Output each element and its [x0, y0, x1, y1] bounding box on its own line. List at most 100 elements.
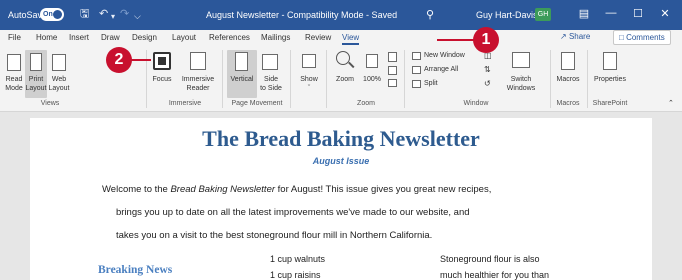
comments-button[interactable]: □ Comments	[613, 30, 671, 45]
focus-icon-inner	[158, 57, 166, 65]
intro-line-1: Welcome to the Bread Baking Newsletter f…	[102, 184, 491, 195]
page-movement-group-label: Page Movement	[231, 100, 283, 107]
print-layout-label-1: Print	[28, 76, 44, 83]
breaking-news-heading: Breaking News	[98, 264, 173, 276]
user-name[interactable]: Guy Hart-Davis	[476, 10, 538, 20]
callout-badge: 2	[106, 47, 132, 73]
side-to-side-label-1: Side	[263, 76, 278, 83]
chevron-down-icon: ˇ	[307, 85, 311, 92]
window-group-label: Window	[463, 100, 489, 107]
minimize-icon[interactable]: —	[601, 7, 621, 19]
callout-badge: 1	[473, 27, 499, 53]
view-side-by-side-icon[interactable]: ◫	[484, 52, 492, 60]
separator	[404, 50, 405, 108]
properties-label: Properties	[594, 76, 626, 83]
web-layout-label-2: Layout	[48, 85, 70, 92]
vertical-icon	[235, 52, 248, 71]
intro-text: Welcome to the	[102, 184, 171, 195]
multiple-pages-icon[interactable]	[388, 66, 397, 75]
new-window-label: New Window	[424, 52, 465, 59]
ribbon-tabs: File Home Insert Draw Design Layout Refe…	[0, 30, 682, 46]
page-width-icon[interactable]	[388, 79, 397, 87]
side-to-side-label-2: to Side	[260, 85, 282, 92]
arrange-all-label: Arrange All	[424, 66, 459, 73]
ingredient-item: 1 cup walnuts	[270, 254, 326, 264]
one-page-icon[interactable]	[388, 52, 397, 62]
split-icon	[412, 80, 421, 88]
tab-draw[interactable]: Draw	[101, 33, 120, 42]
print-layout-label-2: Layout	[25, 85, 47, 92]
immersive-reader-label-1: Immersive	[181, 76, 215, 83]
tab-view[interactable]: View	[342, 33, 360, 45]
zoom-100-icon	[366, 54, 378, 68]
collapse-ribbon-icon[interactable]: ⌃	[668, 100, 674, 108]
read-mode-label-1: Read	[5, 76, 23, 83]
close-icon[interactable]: ✕	[655, 7, 675, 20]
tab-references[interactable]: References	[209, 33, 250, 42]
zoom-group-label: Zoom	[357, 100, 375, 107]
intro-line-2: brings you up to date on all the latest …	[116, 207, 470, 218]
immersive-reader-label-2: Reader	[186, 85, 210, 92]
autosave-toggle[interactable]: On	[40, 8, 64, 21]
intro-line-3: takes you on a visit to the best stonegr…	[116, 230, 433, 241]
synchronous-scrolling-icon[interactable]: ⇅	[484, 66, 491, 74]
macros-icon	[561, 52, 575, 70]
focus-label: Focus	[152, 76, 172, 83]
save-icon[interactable]: 🖫	[80, 7, 89, 21]
undo-dropdown-icon[interactable]: ▾	[111, 10, 115, 24]
ribbon-display-options-icon[interactable]: ▤	[574, 7, 594, 20]
document-page[interactable]: The Bread Baking Newsletter August Issue…	[30, 118, 652, 280]
immersive-group-label: Immersive	[168, 100, 202, 107]
print-layout-icon	[30, 53, 42, 71]
share-button[interactable]: ↗ Share	[560, 32, 590, 41]
switch-windows-icon	[512, 52, 530, 68]
tab-insert[interactable]: Insert	[69, 33, 89, 42]
separator	[326, 50, 327, 108]
arrange-all-icon	[412, 66, 421, 74]
tab-file[interactable]: File	[8, 33, 21, 42]
focus-icon	[153, 52, 171, 70]
avatar[interactable]: GH	[535, 8, 551, 21]
separator	[290, 50, 291, 108]
aside-text: much healthier for you than	[440, 270, 550, 280]
tab-design[interactable]: Design	[132, 33, 157, 42]
sharepoint-group-label: SharePoint	[592, 100, 628, 107]
show-icon	[302, 54, 316, 68]
vertical-label: Vertical	[230, 76, 254, 83]
comment-icon: □	[619, 33, 624, 42]
callout-pointer	[131, 59, 151, 61]
zoom-100-label: 100%	[363, 76, 381, 83]
tab-home[interactable]: Home	[36, 33, 57, 42]
web-layout-icon	[52, 54, 66, 71]
customize-toolbar-icon[interactable]: ⌵	[134, 9, 141, 23]
maximize-icon[interactable]: ☐	[628, 7, 648, 20]
newsletter-name: Bread Baking Newsletter	[170, 184, 276, 195]
separator	[550, 50, 551, 108]
ingredient-item: 1 cup raisins	[270, 270, 321, 280]
switch-windows-label-1: Switch	[510, 76, 532, 83]
zoom-icon-handle	[348, 61, 355, 68]
split-label: Split	[424, 80, 438, 87]
tab-review[interactable]: Review	[305, 33, 331, 42]
tab-layout[interactable]: Layout	[172, 33, 196, 42]
macros-group-label: Macros	[556, 100, 580, 107]
share-icon: ↗	[560, 32, 567, 41]
tab-mailings[interactable]: Mailings	[261, 33, 290, 42]
undo-icon[interactable]: ↶	[99, 7, 108, 21]
side-to-side-icon	[262, 54, 278, 70]
document-canvas[interactable]: The Bread Baking Newsletter August Issue…	[0, 112, 682, 280]
newsletter-subtitle: August Issue	[312, 156, 370, 166]
reset-window-position-icon[interactable]: ↺	[484, 80, 491, 88]
redo-icon[interactable]: ↷	[120, 7, 129, 21]
read-mode-icon	[7, 54, 21, 71]
zoom-label: Zoom	[336, 76, 354, 83]
new-window-icon	[412, 52, 421, 60]
newsletter-title: The Bread Baking Newsletter	[202, 126, 480, 151]
separator	[222, 50, 223, 108]
switch-windows-label-2: Windows	[506, 85, 536, 92]
comments-label: Comments	[626, 33, 665, 42]
title-bar: AutoSave On 🖫 ↶ ▾ ↷ ⌵ August Newsletter …	[0, 0, 682, 30]
web-layout-label-1: Web	[51, 76, 67, 83]
views-group-label: Views	[40, 100, 60, 107]
search-icon[interactable]: ⚲	[426, 8, 434, 21]
